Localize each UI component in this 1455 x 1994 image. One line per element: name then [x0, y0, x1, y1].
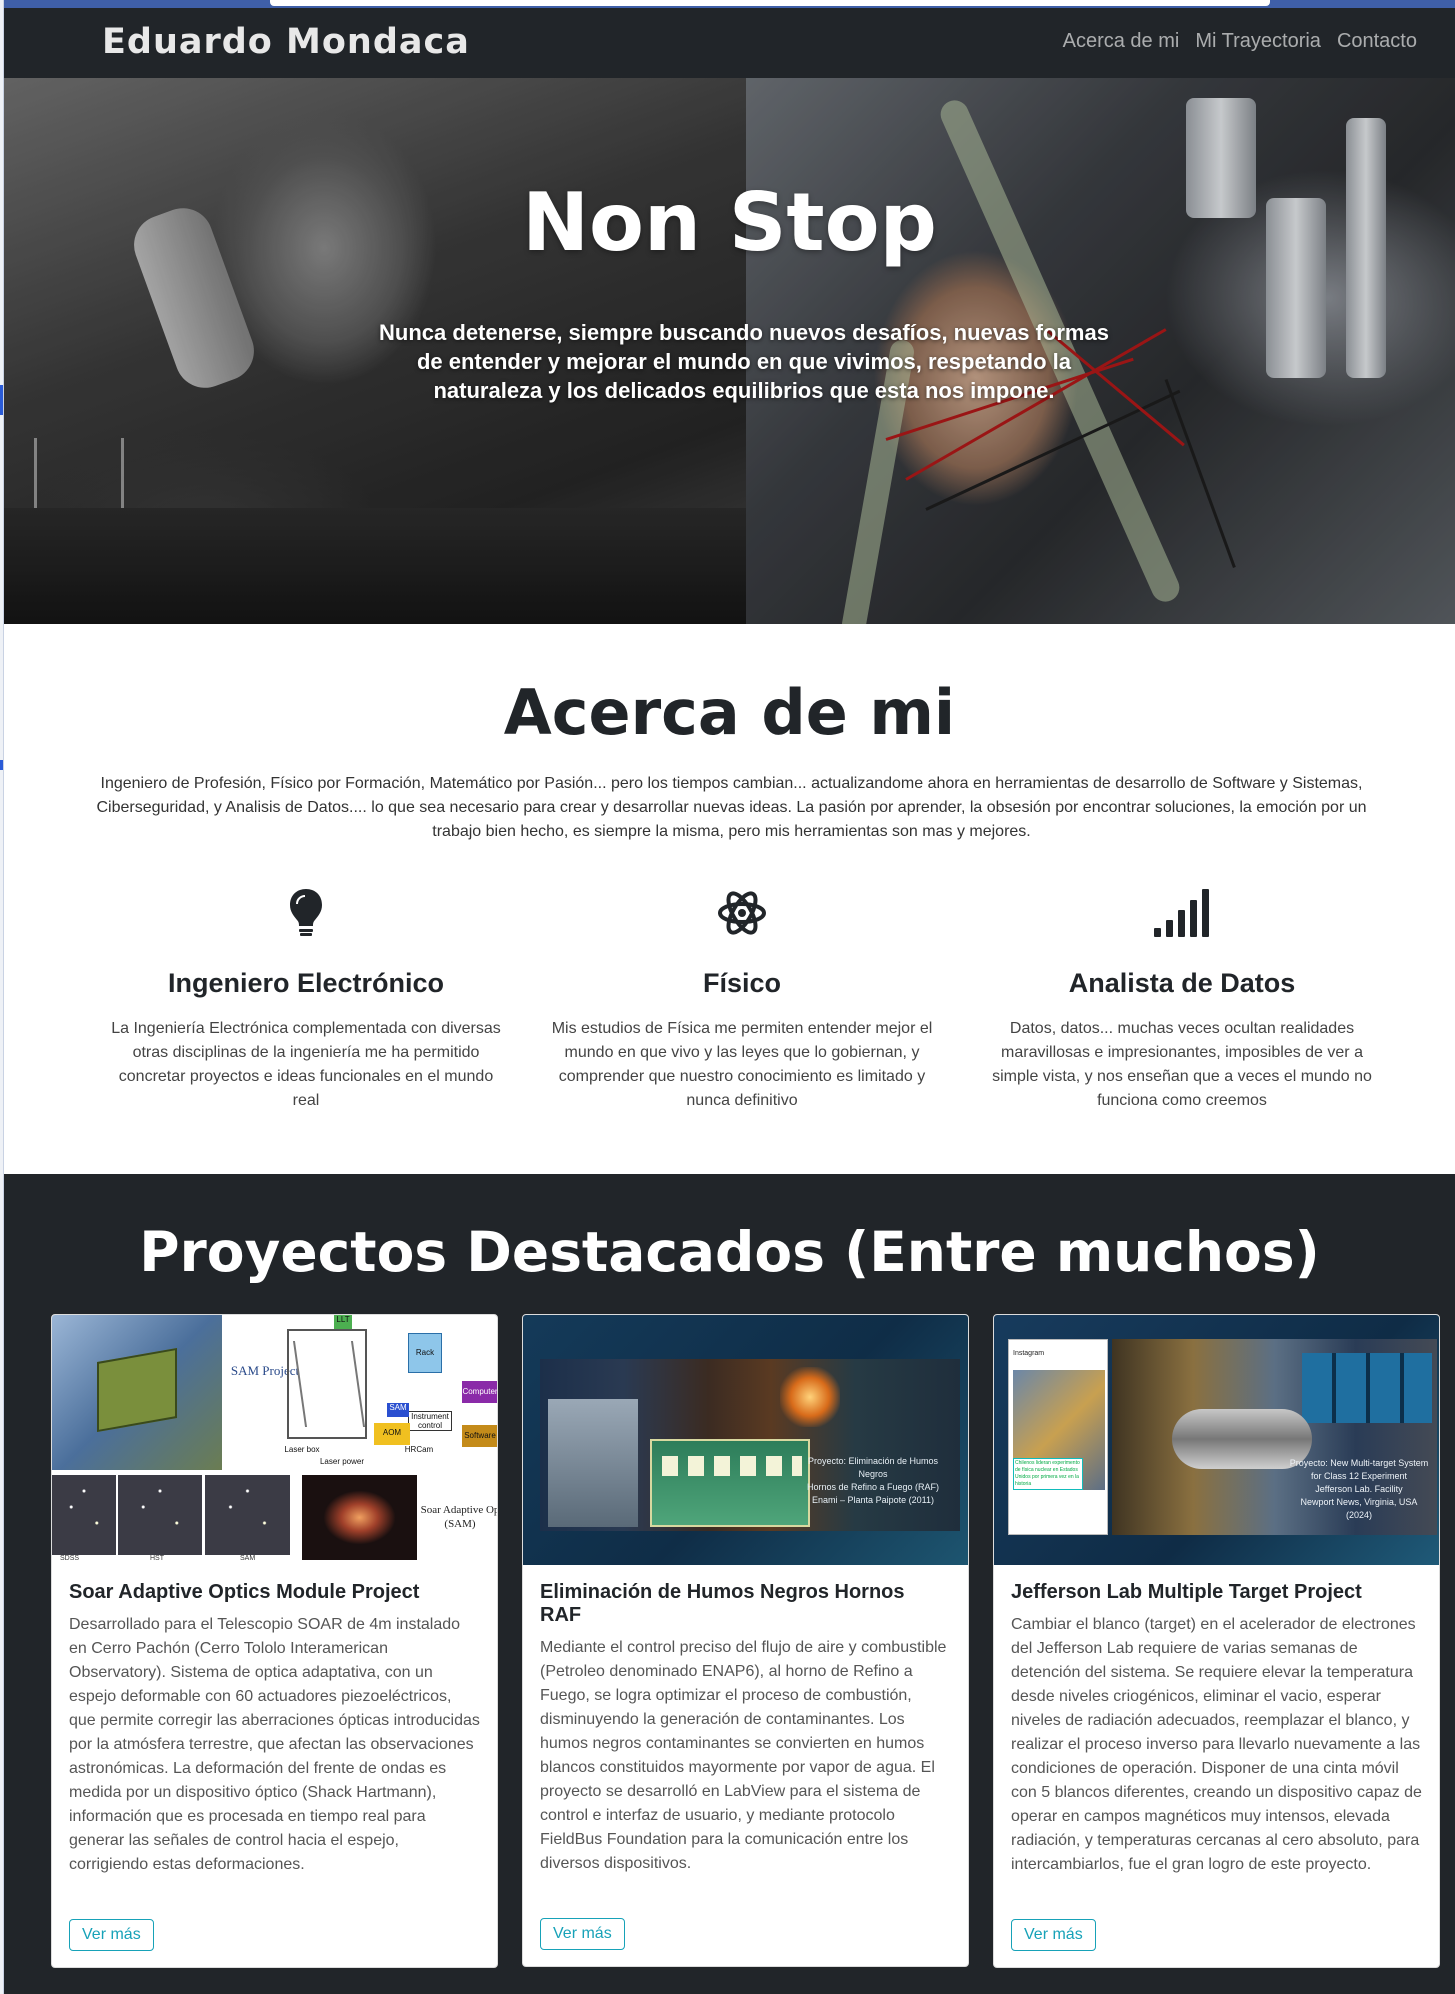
card-title: Soar Adaptive Optics Module Project: [69, 1581, 420, 1603]
caption-line: Newport News, Virginia, USA: [1300, 1497, 1418, 1507]
jefferson-caption: Proyecto: New Multi-target System for Cl…: [1284, 1457, 1434, 1522]
project-image-soar: SAM Project LLT Rack Computer Software I…: [52, 1315, 497, 1565]
control-screens: [1302, 1353, 1432, 1423]
sam-caption: SAM: [240, 1555, 256, 1562]
humos-caption: Proyecto: Eliminación de Humos Negros Ho…: [793, 1455, 953, 1507]
atom-icon: [542, 882, 942, 944]
browser-address-bar: [270, 0, 1270, 6]
furnace-fire: [780, 1367, 840, 1427]
browser-top-strip: [0, 0, 1455, 8]
nav-link-contacto[interactable]: Contacto: [1337, 30, 1417, 53]
caption-line: Proyecto: New Multi-target System: [1289, 1458, 1429, 1468]
computer-block: Computer: [462, 1381, 497, 1403]
ver-mas-button[interactable]: Ver más: [1011, 1919, 1096, 1951]
labview-panel: [650, 1439, 810, 1527]
feature-fisico: Físico Mis estudios de Física me permite…: [542, 882, 942, 1113]
project-card-soar: SAM Project LLT Rack Computer Software I…: [51, 1314, 498, 1968]
card-body: Eliminación de Humos Negros Hornos RAF M…: [523, 1565, 968, 1966]
caption-line: Negros: [858, 1469, 888, 1479]
rack-block: Rack: [408, 1333, 442, 1373]
sdss-caption: SDSS: [60, 1555, 80, 1562]
hero-title: Non Stop: [522, 176, 937, 269]
project-card-humos: Proyecto: Eliminación de Humos Negros Ho…: [522, 1314, 969, 1967]
feature-title: Ingeniero Electrónico: [167, 968, 445, 998]
caption-line: (2024): [1345, 1510, 1372, 1520]
card-title: Eliminación de Humos Negros Hornos RAF: [540, 1581, 905, 1626]
hero-subtitle: Nunca detenerse, siempre buscando nuevos…: [379, 320, 1109, 403]
caption-line: Enami – Planta Paipote (2011): [812, 1495, 934, 1505]
star-field-sdss: [52, 1475, 116, 1555]
card-body: Soar Adaptive Optics Module Project Desa…: [52, 1565, 497, 1967]
feature-title: Analista de Datos: [1068, 968, 1296, 998]
caption-line: Jefferson Lab. Facility: [1315, 1484, 1403, 1494]
brand-logo[interactable]: Eduardo Mondaca: [102, 22, 470, 62]
laser-box-label: Laser box: [284, 1445, 320, 1454]
software-block: Software: [462, 1425, 497, 1447]
hrcam-label: HRCam: [404, 1445, 434, 1454]
instagram-post: Instagram Chilenos lideran experimento d…: [1008, 1339, 1108, 1535]
caption-line: Proyecto: Eliminación de Humos: [807, 1456, 939, 1466]
projects-section: Proyectos Destacados (Entre muchos) SAM …: [4, 1174, 1455, 1994]
signal-bars-icon: [982, 882, 1382, 944]
about-text: Ingeniero de Profesión, Físico por Forma…: [96, 775, 1367, 840]
card-text: Desarrollado para el Telescopio SOAR de …: [69, 1616, 480, 1873]
caption-line: for Class 12 Experiment: [1310, 1471, 1408, 1481]
telescope-frame: [287, 1329, 367, 1439]
projects-title: Proyectos Destacados (Entre muchos): [139, 1220, 1320, 1284]
card-text: Cambiar el blanco (target) en el acelera…: [1011, 1616, 1422, 1873]
scroll-marker: [0, 760, 3, 770]
instrument-model: [52, 1315, 222, 1470]
soar-caption: Soar Adaptive Op (SAM): [420, 1504, 497, 1530]
project-card-jefferson: Instagram Chilenos lideran experimento d…: [993, 1314, 1440, 1968]
feature-text: La Ingeniería Electrónica complementada …: [111, 1020, 501, 1109]
instagram-label: Instagram: [1013, 1350, 1045, 1357]
project-image-humos: Proyecto: Eliminación de Humos Negros Ho…: [523, 1315, 968, 1565]
nav-links: Acerca de mi Mi Trayectoria Contacto: [1063, 30, 1417, 53]
card-title: Jefferson Lab Multiple Target Project: [1011, 1581, 1362, 1603]
instrument-block: Instrument control: [408, 1411, 452, 1431]
card-body: Jefferson Lab Multiple Target Project Ca…: [994, 1565, 1439, 1967]
hst-caption: HST: [150, 1555, 164, 1562]
about-title: Acerca de mi: [503, 676, 956, 749]
lightbulb-icon: [106, 882, 506, 944]
feature-ingeniero: Ingeniero Electrónico La Ingeniería Elec…: [106, 882, 506, 1113]
feature-text: Mis estudios de Física me permiten enten…: [551, 1020, 933, 1109]
post-headline: Chilenos lideran experimento de física n…: [1013, 1458, 1083, 1490]
nav-link-acerca[interactable]: Acerca de mi: [1063, 30, 1180, 53]
aom-block: AOM: [374, 1423, 410, 1445]
ver-mas-button[interactable]: Ver más: [540, 1918, 625, 1950]
caption-line: Hornos de Refino a Fuego (RAF): [806, 1482, 940, 1492]
sam-block: SAM: [387, 1403, 409, 1417]
nebula-image: [302, 1475, 417, 1560]
feature-text: Datos, datos... muchas veces ocultan rea…: [992, 1020, 1372, 1109]
scroll-marker: [0, 385, 3, 415]
ver-mas-button[interactable]: Ver más: [69, 1919, 154, 1951]
plant-photo: [548, 1399, 638, 1527]
about-section: Acerca de mi Ingeniero de Profesión, Fís…: [4, 624, 1455, 1174]
nav-link-trayectoria[interactable]: Mi Trayectoria: [1195, 30, 1321, 53]
project-image-jefferson: Instagram Chilenos lideran experimento d…: [994, 1315, 1439, 1565]
navbar: Eduardo Mondaca Acerca de mi Mi Trayecto…: [4, 8, 1455, 78]
llt-block: LLT: [334, 1315, 352, 1329]
star-field-hst: [118, 1475, 202, 1555]
card-text: Mediante el control preciso del flujo de…: [540, 1639, 947, 1872]
feature-title: Físico: [702, 968, 782, 998]
laser-power-label: Laser power: [319, 1457, 365, 1466]
feature-analista: Analista de Datos Datos, datos... muchas…: [982, 882, 1382, 1113]
star-field-sam: [205, 1475, 290, 1555]
hero-section: Non Stop Nunca detenerse, siempre buscan…: [4, 78, 1455, 624]
